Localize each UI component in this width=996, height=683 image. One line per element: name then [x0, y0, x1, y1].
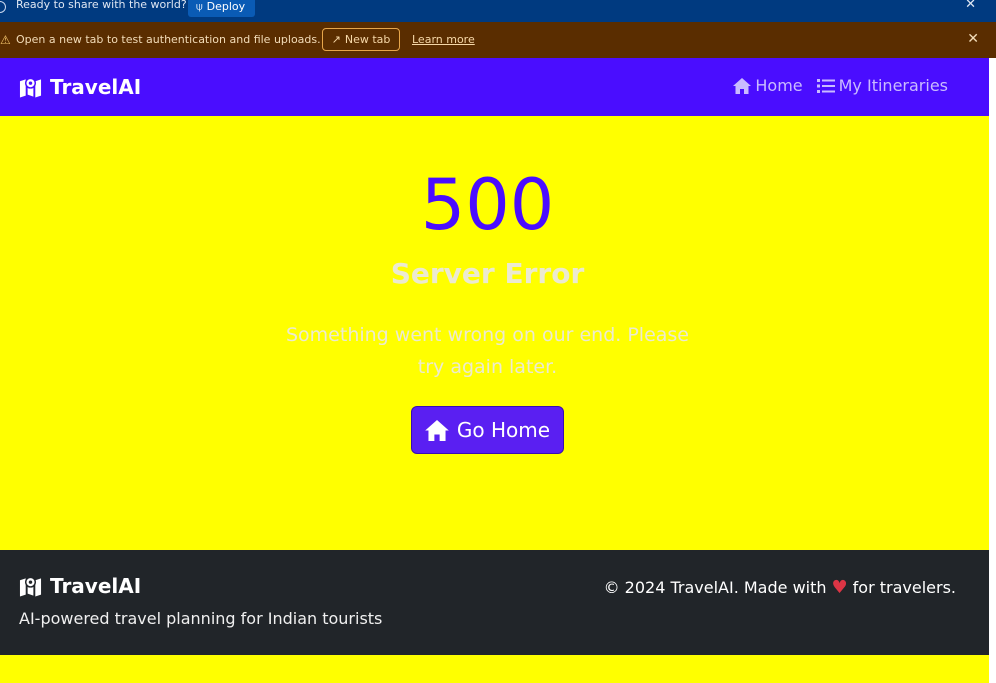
footer-tagline: AI-powered travel planning for Indian to… — [19, 609, 383, 628]
close-icon[interactable]: ✕ — [967, 31, 979, 47]
go-home-label: Go Home — [456, 418, 551, 442]
error-code: 500 — [420, 164, 555, 246]
warning-message: Open a new tab to test authentication an… — [16, 33, 321, 46]
error-section: 500 Server Error Something went wrong on… — [0, 116, 989, 550]
navbar-brand[interactable]: TravelAI — [19, 75, 141, 99]
info-icon — [0, 1, 6, 13]
navbar: TravelAI Home My Itineraries — [0, 58, 989, 116]
external-link-icon: ↗ — [331, 33, 341, 46]
new-tab-label: New tab — [344, 33, 391, 46]
new-tab-button[interactable]: ↗ New tab — [322, 28, 400, 51]
error-title: Server Error — [390, 257, 585, 290]
close-icon[interactable]: ✕ — [965, 0, 976, 12]
nav-link-home[interactable]: Home — [733, 76, 803, 95]
nav-links: Home My Itineraries — [733, 76, 948, 95]
footer-brand-name: TravelAI — [50, 574, 142, 598]
scrollbar-gutter — [989, 58, 996, 683]
footer-copyright: © 2024 TravelAI. Made with ♥ for travele… — [604, 577, 956, 598]
home-icon — [733, 77, 752, 94]
go-home-button[interactable]: Go Home — [411, 406, 564, 454]
nav-link-itineraries[interactable]: My Itineraries — [816, 76, 948, 95]
learn-more-link[interactable]: Learn more — [412, 33, 475, 46]
deploy-banner-message: Ready to share with the world? — [16, 0, 187, 11]
nav-link-itineraries-label: My Itineraries — [838, 76, 948, 95]
brand-name: TravelAI — [50, 75, 142, 99]
deploy-banner: Ready to share with the world? ⍦ Deploy … — [0, 0, 996, 22]
list-icon — [816, 78, 835, 93]
footer-brand: TravelAI — [19, 574, 141, 598]
home-icon — [425, 419, 449, 441]
deploy-button[interactable]: ⍦ Deploy — [188, 0, 256, 17]
warning-banner: ⚠ Open a new tab to test authentication … — [0, 22, 996, 58]
page-bottom — [0, 655, 989, 683]
copyright-prefix: © 2024 TravelAI. Made with — [603, 578, 827, 597]
deploy-icon: ⍦ — [196, 0, 203, 13]
footer: TravelAI AI-powered travel planning for … — [0, 550, 989, 655]
heart-icon: ♥ — [831, 577, 848, 598]
nav-link-home-label: Home — [755, 76, 803, 95]
warning-icon: ⚠ — [0, 33, 11, 47]
copyright-suffix: for travelers. — [852, 578, 956, 597]
deploy-button-label: Deploy — [206, 0, 246, 13]
error-message: Something went wrong on our end. Please … — [285, 324, 689, 378]
map-icon — [19, 77, 42, 98]
map-icon — [19, 576, 42, 597]
